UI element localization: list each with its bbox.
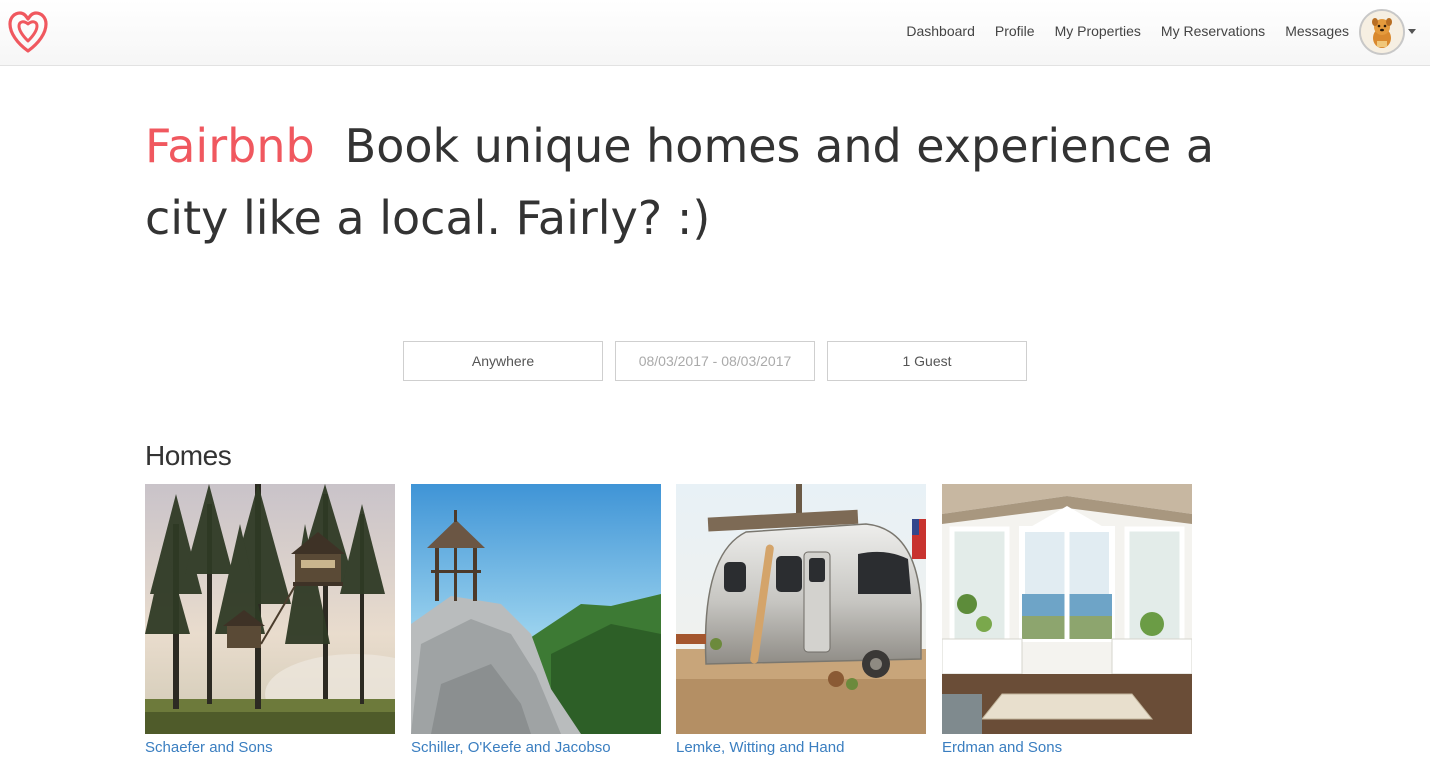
brand-name: Fairbnb	[145, 119, 315, 173]
home-card[interactable]: Schiller, O'Keefe and Jacobso	[411, 484, 661, 756]
home-card[interactable]: Schaefer and Sons	[145, 484, 395, 756]
nav-profile-link[interactable]: Profile	[995, 23, 1035, 39]
caret-down-icon	[1408, 29, 1416, 34]
homes-section-title: Homes	[145, 440, 232, 471]
nav-links: Dashboard Profile My Properties My Reser…	[886, 0, 1349, 62]
sunroom-interior-photo[interactable]	[942, 484, 1192, 734]
home-title-link[interactable]: Lemke, Witting and Hand	[676, 739, 926, 756]
nav-dashboard-link[interactable]: Dashboard	[906, 23, 975, 39]
guests-field[interactable]: 1 Guest	[827, 341, 1027, 381]
date-range-field[interactable]: 08/03/2017 - 08/03/2017	[615, 341, 815, 381]
hero-headline: Fairbnb Book unique homes and experience …	[145, 110, 1305, 254]
home-title-link[interactable]: Schiller, O'Keefe and Jacobso	[411, 739, 661, 756]
airbnb-logo-icon[interactable]	[7, 9, 49, 55]
home-title-link[interactable]: Erdman and Sons	[942, 739, 1192, 756]
treehouse-forest-photo[interactable]	[145, 484, 395, 734]
home-title-link[interactable]: Schaefer and Sons	[145, 739, 395, 756]
user-avatar-icon	[1359, 9, 1405, 55]
location-search-field[interactable]: Anywhere	[403, 341, 603, 381]
home-card[interactable]: Erdman and Sons	[942, 484, 1192, 756]
top-navbar: Dashboard Profile My Properties My Reser…	[0, 0, 1430, 66]
home-card[interactable]: Lemke, Witting and Hand	[676, 484, 926, 756]
nav-my-reservations-link[interactable]: My Reservations	[1161, 23, 1265, 39]
user-menu-toggle[interactable]	[1359, 9, 1421, 55]
nav-messages-link[interactable]: Messages	[1285, 23, 1349, 39]
nav-my-properties-link[interactable]: My Properties	[1055, 23, 1141, 39]
gazebo-mountain-photo[interactable]	[411, 484, 661, 734]
airstream-trailer-photo[interactable]	[676, 484, 926, 734]
